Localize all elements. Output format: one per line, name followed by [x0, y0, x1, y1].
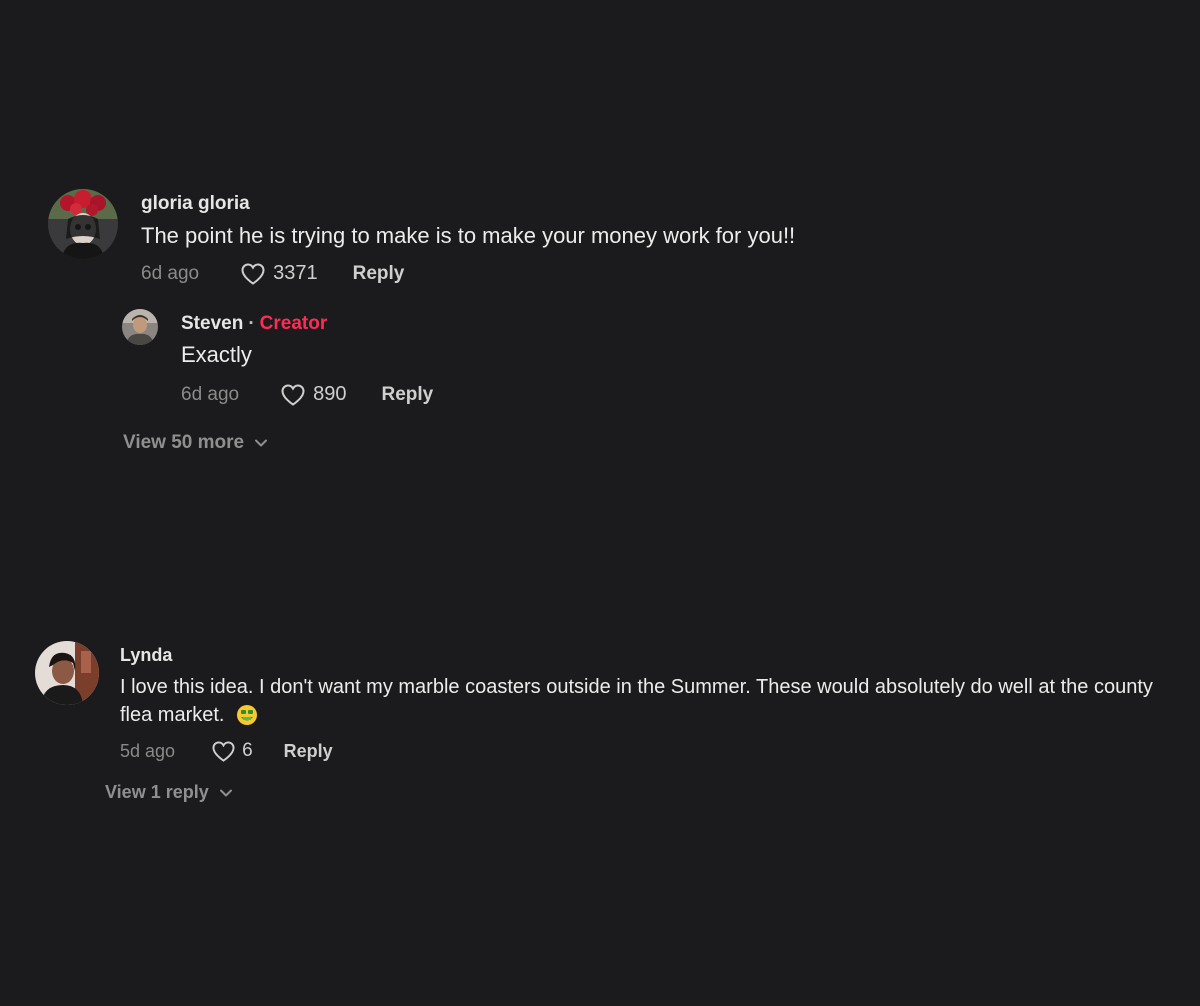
comment-item: gloria gloria The point he is trying to … [48, 189, 795, 286]
avatar-image [48, 189, 118, 259]
comment-meta: 6d ago 3371 Reply [141, 262, 795, 286]
reply-text: Exactly [181, 341, 252, 367]
heart-icon [212, 741, 235, 762]
view-more-label: View 50 more [123, 432, 245, 453]
reply-item: Steven · Creator Exactly 6d ago 890 Repl… [122, 309, 433, 407]
heart-icon [281, 384, 305, 406]
like-count: 3371 [273, 262, 318, 285]
avatar[interactable] [122, 309, 158, 345]
reply-username[interactable]: Steven [181, 313, 243, 336]
comment-meta: 5d ago 6 Reply [120, 740, 1165, 763]
like-button[interactable]: 890 [280, 383, 347, 407]
comment-text: The point he is trying to make is to mak… [141, 222, 796, 248]
reply-button[interactable]: Reply [284, 741, 333, 762]
view-more-replies-button[interactable]: View 50 more [123, 432, 268, 454]
avatar-image [122, 309, 158, 345]
like-count: 890 [313, 383, 347, 406]
heart-icon [241, 263, 265, 285]
reply-time: 6d ago [181, 383, 240, 405]
view-replies-label: View 1 reply [105, 782, 209, 802]
avatar[interactable] [48, 189, 118, 259]
chevron-down-icon [219, 789, 232, 796]
comment-item: Lynda I love this idea. I don't want my … [35, 641, 1165, 763]
comment-text: I love this idea. I don't want my marble… [120, 673, 1165, 729]
comment-text-content: I love this idea. I don't want my marble… [120, 675, 1153, 726]
chevron-down-icon [255, 439, 268, 447]
separator: · [248, 313, 255, 335]
money-mouth-face-icon [237, 705, 258, 726]
comment-time: 5d ago [120, 740, 176, 761]
comment-time: 6d ago [141, 262, 200, 284]
like-button[interactable]: 6 [211, 740, 253, 763]
avatar[interactable] [35, 641, 99, 705]
reply-button[interactable]: Reply [353, 263, 405, 285]
creator-badge: Creator [259, 313, 328, 335]
avatar-image [35, 641, 99, 705]
reply-meta: 6d ago 890 Reply [181, 383, 433, 407]
like-count: 6 [242, 740, 253, 762]
like-button[interactable]: 3371 [240, 262, 318, 286]
comment-username[interactable]: gloria gloria [141, 193, 795, 216]
comment-username[interactable]: Lynda [120, 645, 1165, 667]
view-replies-button[interactable]: View 1 reply [105, 782, 233, 803]
comments-panel: gloria gloria The point he is trying to … [0, 0, 1200, 1006]
reply-button[interactable]: Reply [382, 384, 434, 406]
